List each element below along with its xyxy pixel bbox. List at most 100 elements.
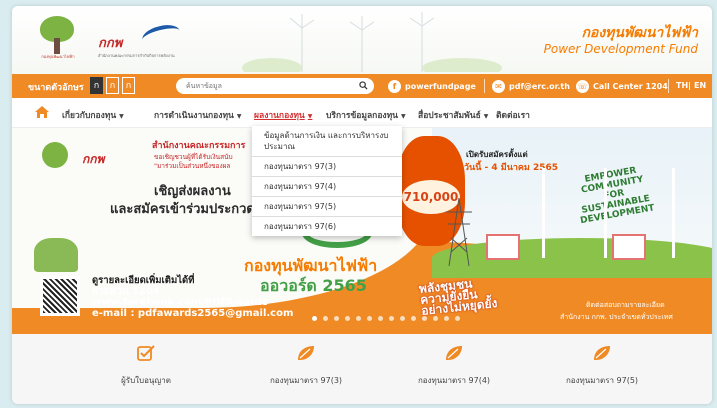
nav-item-media[interactable]: สื่อประชาสัมพันธ์ ▼: [418, 108, 488, 122]
carousel-dot[interactable]: [455, 316, 460, 321]
search-input[interactable]: [176, 78, 346, 94]
banner-green-field: [432, 238, 712, 278]
carousel-dot[interactable]: [411, 316, 416, 321]
carousel-dot[interactable]: [367, 316, 372, 321]
banner-empower-slogan: EMPOWER COMMUNITY FOR SUSTAINABLE DEVELO…: [579, 165, 656, 227]
brand-title-english: Power Development Fund: [543, 42, 698, 56]
checkbox-icon: [137, 345, 155, 361]
nav-item-label: เกี่ยวกับกองทุน: [62, 111, 117, 121]
font-size-label: ขนาดตัวอักษร: [28, 83, 84, 93]
toolbar-divider: [668, 79, 669, 93]
pdf-tree-logo[interactable]: กองทุนพัฒนาไฟฟ้า: [36, 16, 78, 62]
leaf-icon: [446, 346, 462, 360]
tree-logo-caption: กองทุนพัฒนาไฟฟ้า: [41, 54, 75, 59]
brand-title-thai: กองทุนพัฒนาไฟฟ้า: [581, 25, 698, 41]
phone-icon: ☏: [576, 79, 589, 93]
chevron-down-icon: ▼: [307, 113, 313, 120]
banner-erc-logo: กกพ: [82, 152, 105, 166]
carousel-dot[interactable]: [345, 316, 350, 321]
house-graphic: [486, 234, 520, 260]
wind-turbine-graphic: [672, 168, 675, 258]
carousel-dot[interactable]: [378, 316, 383, 321]
nav-item-label: ติดต่อเรา: [496, 111, 530, 121]
nav-item-achievements[interactable]: ผลงานกองทุน ▼: [254, 108, 312, 122]
quick-link-97-4[interactable]: กองทุนมาตรา 97(4): [394, 344, 514, 387]
achievements-dropdown-menu: ข้อมูลด้านการเงิน และการบริหารงบประมาณ ก…: [252, 126, 402, 236]
email-icon: ✉: [492, 79, 505, 93]
carousel-dot[interactable]: [422, 316, 427, 321]
quick-link-97-5[interactable]: กองทุนมาตรา 97(5): [542, 344, 662, 387]
carousel-dot[interactable]: [334, 316, 339, 321]
carousel-dot[interactable]: [433, 316, 438, 321]
quick-link-label: กองทุนมาตรา 97(4): [417, 376, 491, 385]
call-center-link[interactable]: ☏ Call Center 1204: [576, 74, 668, 98]
email-link-label: pdf@erc.or.th: [509, 81, 570, 91]
dropdown-item-finance[interactable]: ข้อมูลด้านการเงิน และการบริหารงบประมาณ: [252, 126, 402, 157]
banner-people-graphic: [34, 238, 78, 272]
email-link[interactable]: ✉ pdf@erc.or.th: [492, 74, 570, 98]
banner-contact-block: สายด่วน 1204 www.facebook.com/PDFAwards …: [92, 286, 293, 319]
carousel-dot[interactable]: [312, 316, 317, 321]
chevron-down-icon: ▼: [401, 113, 406, 120]
dropdown-item-97-6[interactable]: กองทุนมาตรา 97(6): [252, 217, 402, 236]
banner-phone: สายด่วน 1204: [92, 286, 160, 297]
tree-trunk: [54, 38, 60, 54]
call-center-label: Call Center 1204: [593, 81, 668, 91]
quick-link-label: ผู้รับใบอนุญาต: [121, 376, 171, 385]
nav-item-label: บริการข้อมูลกองทุน: [326, 111, 398, 121]
quick-links-bar: ผู้รับใบอนุญาต กองทุนมาตรา 97(3) กองทุนม…: [12, 334, 712, 404]
carousel-dot[interactable]: [356, 316, 361, 321]
nav-item-services[interactable]: บริการข้อมูลกองทุน ▼: [326, 108, 406, 122]
carousel-dot[interactable]: [389, 316, 394, 321]
banner-facebook: www.facebook.com/PDFAwards: [92, 297, 268, 308]
home-icon[interactable]: [34, 105, 50, 119]
chevron-down-icon: ▼: [483, 113, 489, 120]
carousel-dot[interactable]: [323, 316, 328, 321]
carousel-dot[interactable]: [444, 316, 449, 321]
leaf-icon: [594, 346, 610, 360]
house-graphic: [612, 234, 646, 260]
carousel-dot[interactable]: [400, 316, 405, 321]
banner-sustain-slogan: พลังชุมชน ความยั่งยืน อย่างไม่หยุดยั้ง: [418, 276, 498, 317]
facebook-link[interactable]: f powerfundpage: [388, 74, 476, 98]
leaf-icon: [298, 346, 314, 360]
facebook-link-label: powerfundpage: [405, 81, 476, 91]
banner-office-text: สำนักงานคณะกรรมการ: [152, 141, 246, 151]
nav-item-label: ผลงานกองทุน: [254, 111, 305, 121]
quick-link-licensee[interactable]: ผู้รับใบอนุญาต: [86, 344, 206, 387]
erc-logo-sub: สำนักงานคณะกรรมการกำกับกิจการพลังงาน: [98, 53, 175, 58]
lang-en-link[interactable]: EN: [694, 74, 706, 98]
power-tower-graphic: [446, 198, 472, 266]
main-nav: เกี่ยวกับกองทุน ▼ การดำเนินงานกองทุน ▼ ผลง…: [12, 98, 712, 128]
banner-foot-contact: ติดต่อสอบถามรายละเอียด: [586, 301, 665, 309]
search-box: [176, 78, 374, 94]
quick-link-97-3[interactable]: กองทุนมาตรา 97(3): [246, 344, 366, 387]
chevron-down-icon: ▼: [119, 113, 124, 120]
nav-item-label: สื่อประชาสัมพันธ์: [418, 111, 481, 121]
font-size-large-button[interactable]: ก: [122, 77, 135, 94]
dropdown-item-97-4[interactable]: กองทุนมาตรา 97(4): [252, 177, 402, 197]
nav-item-label: การดำเนินงานกองทุน: [154, 111, 234, 121]
banner-foot-office: สำนักงาน กกพ. ประจำเขตทั่วประเทศ: [560, 313, 673, 321]
nav-item-about[interactable]: เกี่ยวกับกองทุน ▼: [62, 108, 124, 122]
erc-logo[interactable]: กกพ สำนักงานคณะกรรมการกำกับกิจการพลังงาน: [98, 21, 188, 62]
lang-th-link[interactable]: TH: [676, 74, 688, 98]
browser-page: กองทุนพัฒนาไฟฟ้า กกพ สำนักงานคณะกรรมการก…: [12, 6, 712, 404]
quick-link-label: กองทุนมาตรา 97(5): [565, 376, 639, 385]
qr-code: [40, 276, 80, 316]
banner-invite-small-2: "มาร่วมเป็นส่วนหนึ่งของผล: [154, 162, 231, 170]
search-icon[interactable]: [359, 81, 368, 90]
top-toolbar: ขนาดตัวอักษร ก ก ก f powerfundpage ✉ pdf…: [12, 74, 712, 98]
nav-item-operations[interactable]: การดำเนินงานกองทุน ▼: [154, 108, 241, 122]
font-size-medium-button[interactable]: ก: [106, 77, 119, 94]
chevron-down-icon: ▼: [236, 113, 242, 120]
nav-item-contact[interactable]: ติดต่อเรา: [496, 108, 530, 122]
site-header: กองทุนพัฒนาไฟฟ้า กกพ สำนักงานคณะกรรมการก…: [12, 6, 712, 74]
quick-link-label: กองทุนมาตรา 97(3): [269, 376, 343, 385]
dropdown-item-97-5[interactable]: กองทุนมาตรา 97(5): [252, 197, 402, 217]
wind-turbine-graphic: [604, 168, 607, 258]
font-size-small-button[interactable]: ก: [90, 77, 103, 94]
toolbar-divider: [484, 79, 485, 93]
dropdown-item-97-3[interactable]: กองทุนมาตรา 97(3): [252, 157, 402, 177]
facebook-icon: f: [388, 79, 401, 93]
